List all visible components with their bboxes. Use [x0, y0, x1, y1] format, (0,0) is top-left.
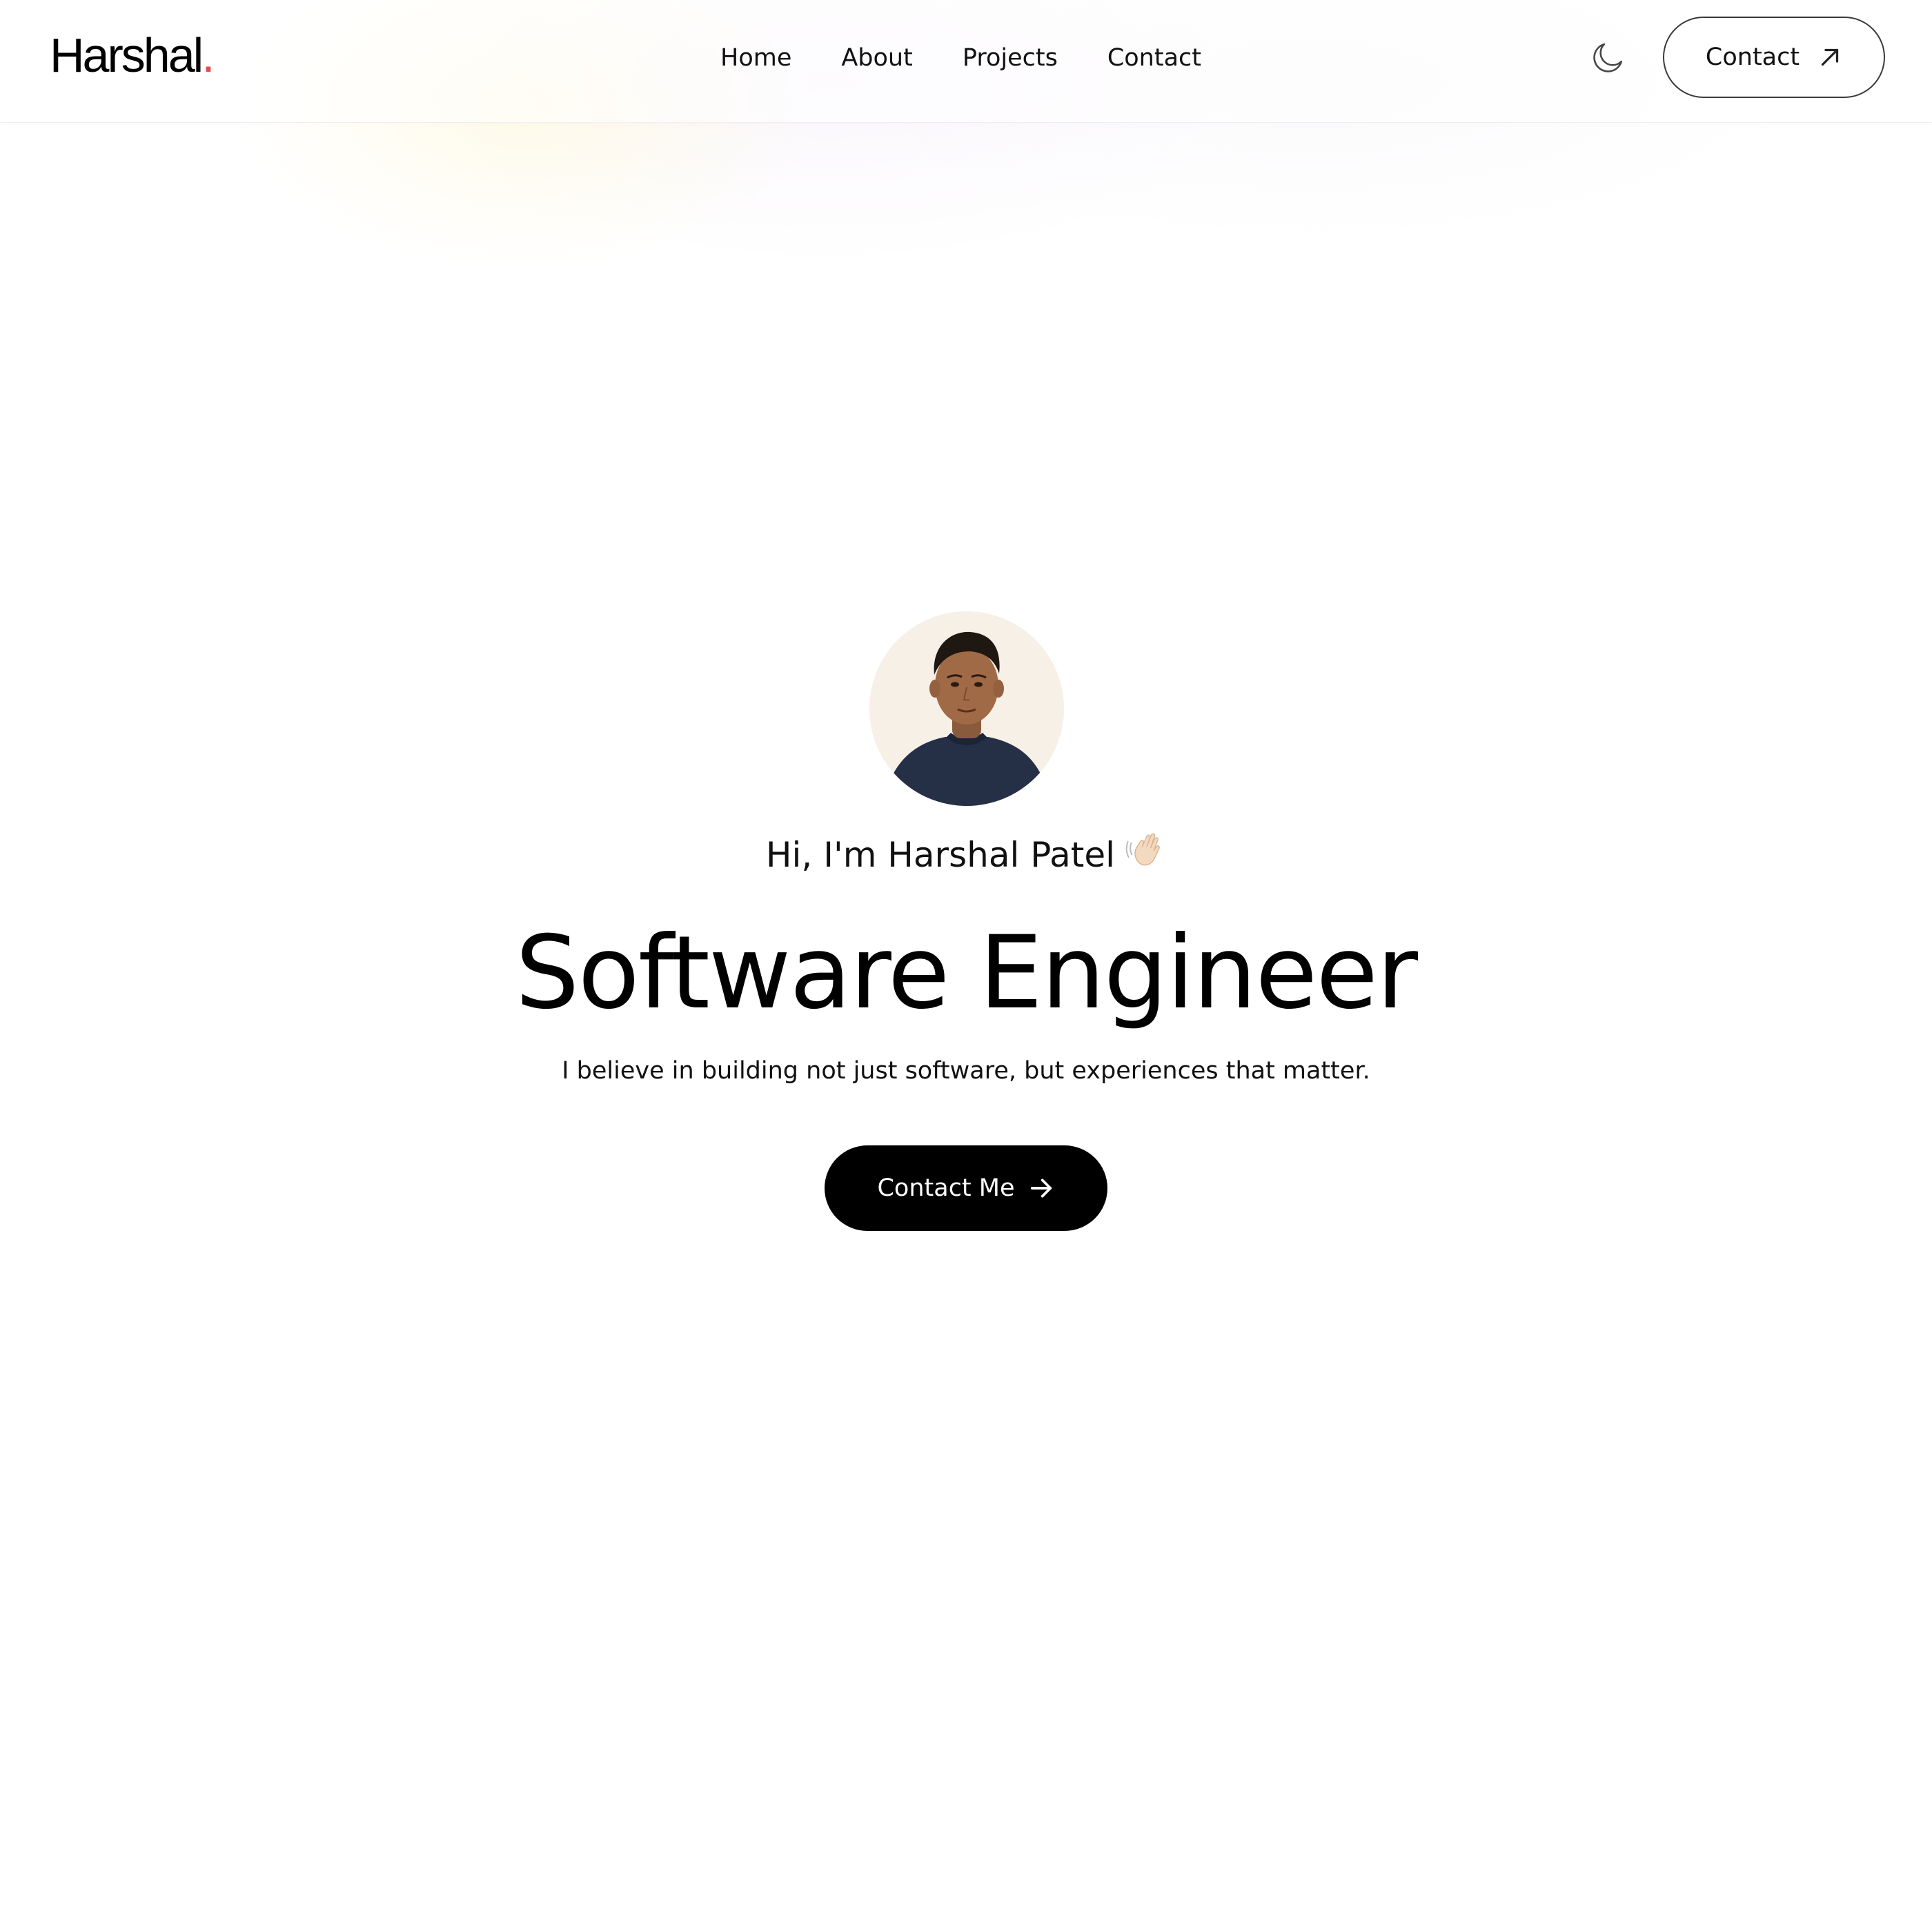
profile-avatar [869, 611, 1064, 806]
hero-section: Hi, I'm Harshal Patel Software Engineer … [0, 607, 1932, 1256]
top-navbar: Harshal. Home About Projects Contact Con… [0, 0, 1932, 123]
greeting-text: Hi, I'm Harshal Patel [765, 835, 1116, 875]
nav-link-home[interactable]: Home [720, 44, 791, 72]
brand-dot: . [201, 28, 215, 82]
contact-me-label: Contact Me [877, 1174, 1015, 1202]
arrow-right-icon [1027, 1174, 1055, 1202]
header-contact-label: Contact [1705, 43, 1800, 71]
nav-link-projects[interactable]: Projects [963, 44, 1058, 72]
profile-photo [869, 611, 1064, 806]
nav-link-contact[interactable]: Contact [1107, 44, 1201, 72]
hero-greeting: Hi, I'm Harshal Patel [0, 831, 1932, 883]
waving-hand-icon [1125, 829, 1166, 880]
contact-me-button[interactable]: Contact Me [825, 1145, 1107, 1231]
moon-icon [1588, 39, 1627, 77]
hero-tagline: I believe in building not just software,… [562, 1057, 1370, 1085]
nav-link-about[interactable]: About [841, 44, 912, 72]
header-contact-button[interactable]: Contact [1663, 17, 1885, 98]
hero-title: Software Engineer [515, 914, 1418, 1032]
main-nav: Home About Projects Contact [720, 36, 1201, 80]
arrow-up-right-icon [1817, 45, 1842, 70]
theme-toggle-button[interactable] [1586, 36, 1630, 80]
brand-logo[interactable]: Harshal. [50, 28, 215, 83]
brand-name: Harshal [50, 28, 204, 82]
